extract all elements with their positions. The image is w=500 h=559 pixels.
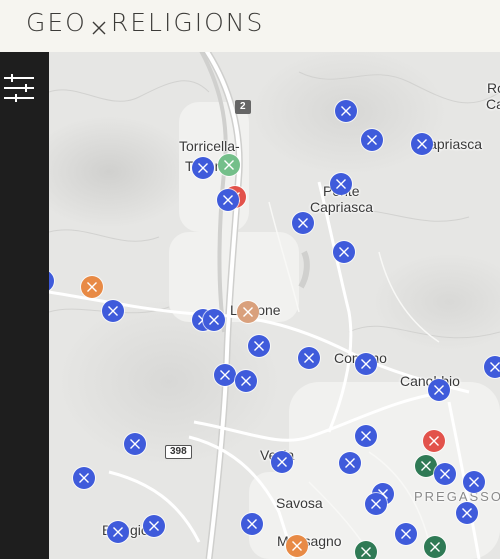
filter-button[interactable]: [4, 72, 36, 106]
place-marker[interactable]: [355, 425, 377, 447]
place-marker[interactable]: [271, 451, 293, 473]
sidebar: [0, 52, 49, 559]
place-marker[interactable]: [107, 521, 129, 543]
place-marker[interactable]: [365, 493, 387, 515]
place-marker[interactable]: [355, 541, 377, 559]
app-header: GEO RELIGIONS: [0, 0, 500, 52]
cross-icon: [247, 519, 257, 529]
place-marker[interactable]: [361, 129, 383, 151]
cross-icon: [367, 135, 377, 145]
cross-icon: [490, 362, 500, 372]
cross-icon: [292, 541, 302, 551]
cross-icon: [469, 477, 479, 487]
cross-icon: [79, 473, 89, 483]
cross-icon: [209, 315, 219, 325]
logo-cross-icon: [90, 14, 108, 34]
place-marker[interactable]: [217, 189, 239, 211]
place-marker[interactable]: [463, 471, 485, 493]
cross-icon: [220, 370, 230, 380]
place-marker[interactable]: [434, 463, 456, 485]
place-marker[interactable]: [411, 133, 433, 155]
cross-icon: [113, 527, 123, 537]
sliders-icon: [4, 74, 34, 102]
road-badge-2: 2: [235, 100, 251, 114]
place-marker[interactable]: [124, 433, 146, 455]
place-marker[interactable]: [428, 379, 450, 401]
place-marker[interactable]: [395, 523, 417, 545]
place-marker[interactable]: [102, 300, 124, 322]
place-marker[interactable]: [335, 100, 357, 122]
place-marker[interactable]: [339, 452, 361, 474]
cross-icon: [361, 547, 371, 557]
place-marker[interactable]: [355, 353, 377, 375]
cross-icon: [130, 439, 140, 449]
cross-icon: [361, 431, 371, 441]
place-marker[interactable]: [218, 154, 240, 176]
cross-icon: [198, 163, 208, 173]
cross-icon: [224, 160, 234, 170]
logo-text-religions: RELIGIONS: [110, 8, 265, 37]
cross-icon: [108, 306, 118, 316]
place-label-savosa: Savosa: [276, 495, 323, 511]
cross-icon: [336, 179, 346, 189]
cross-icon: [361, 359, 371, 369]
place-marker[interactable]: [214, 364, 236, 386]
place-label-ponte-capriasca: Capriasca: [310, 199, 374, 215]
cross-icon: [429, 436, 439, 446]
place-marker[interactable]: [143, 515, 165, 537]
logo-text-geo: GEO: [26, 8, 87, 37]
cross-icon: [401, 529, 411, 539]
cross-icon: [223, 195, 233, 205]
place-marker[interactable]: [203, 309, 225, 331]
app-logo[interactable]: GEO RELIGIONS: [26, 8, 264, 37]
place-label-ca: Ca: [486, 96, 500, 112]
cross-icon: [417, 139, 427, 149]
place-marker[interactable]: [298, 347, 320, 369]
cross-icon: [339, 247, 349, 257]
cross-icon: [254, 341, 264, 351]
place-label-pregassona: PREGASSO: [414, 489, 500, 504]
cross-icon: [243, 307, 253, 317]
place-marker[interactable]: [73, 467, 95, 489]
cross-icon: [434, 385, 444, 395]
cross-icon: [421, 461, 431, 471]
cross-icon: [440, 469, 450, 479]
place-marker[interactable]: [81, 276, 103, 298]
place-marker[interactable]: [192, 157, 214, 179]
cross-icon: [430, 542, 440, 552]
cross-icon: [304, 353, 314, 363]
place-label-ro: Ro: [487, 80, 500, 96]
place-marker[interactable]: [235, 370, 257, 392]
cross-icon: [87, 282, 97, 292]
place-marker[interactable]: [456, 502, 478, 524]
road-badge-398: 398: [165, 445, 192, 459]
cross-icon: [149, 521, 159, 531]
cross-icon: [371, 499, 381, 509]
cross-icon: [277, 457, 287, 467]
cross-icon: [462, 508, 472, 518]
place-marker[interactable]: [333, 241, 355, 263]
place-marker[interactable]: [286, 535, 308, 557]
map-view[interactable]: Torricella- Taverne Capriasca Ponte Capr…: [49, 52, 500, 559]
place-marker[interactable]: [248, 335, 270, 357]
place-marker[interactable]: [237, 301, 259, 323]
place-marker[interactable]: [330, 173, 352, 195]
place-marker[interactable]: [424, 536, 446, 558]
cross-icon: [241, 376, 251, 386]
cross-icon: [345, 458, 355, 468]
place-marker[interactable]: [423, 430, 445, 452]
place-label-torricella: Torricella-: [179, 138, 240, 154]
place-marker[interactable]: [484, 356, 500, 378]
cross-icon: [298, 218, 308, 228]
place-marker[interactable]: [241, 513, 263, 535]
cross-icon: [341, 106, 351, 116]
place-marker[interactable]: [292, 212, 314, 234]
